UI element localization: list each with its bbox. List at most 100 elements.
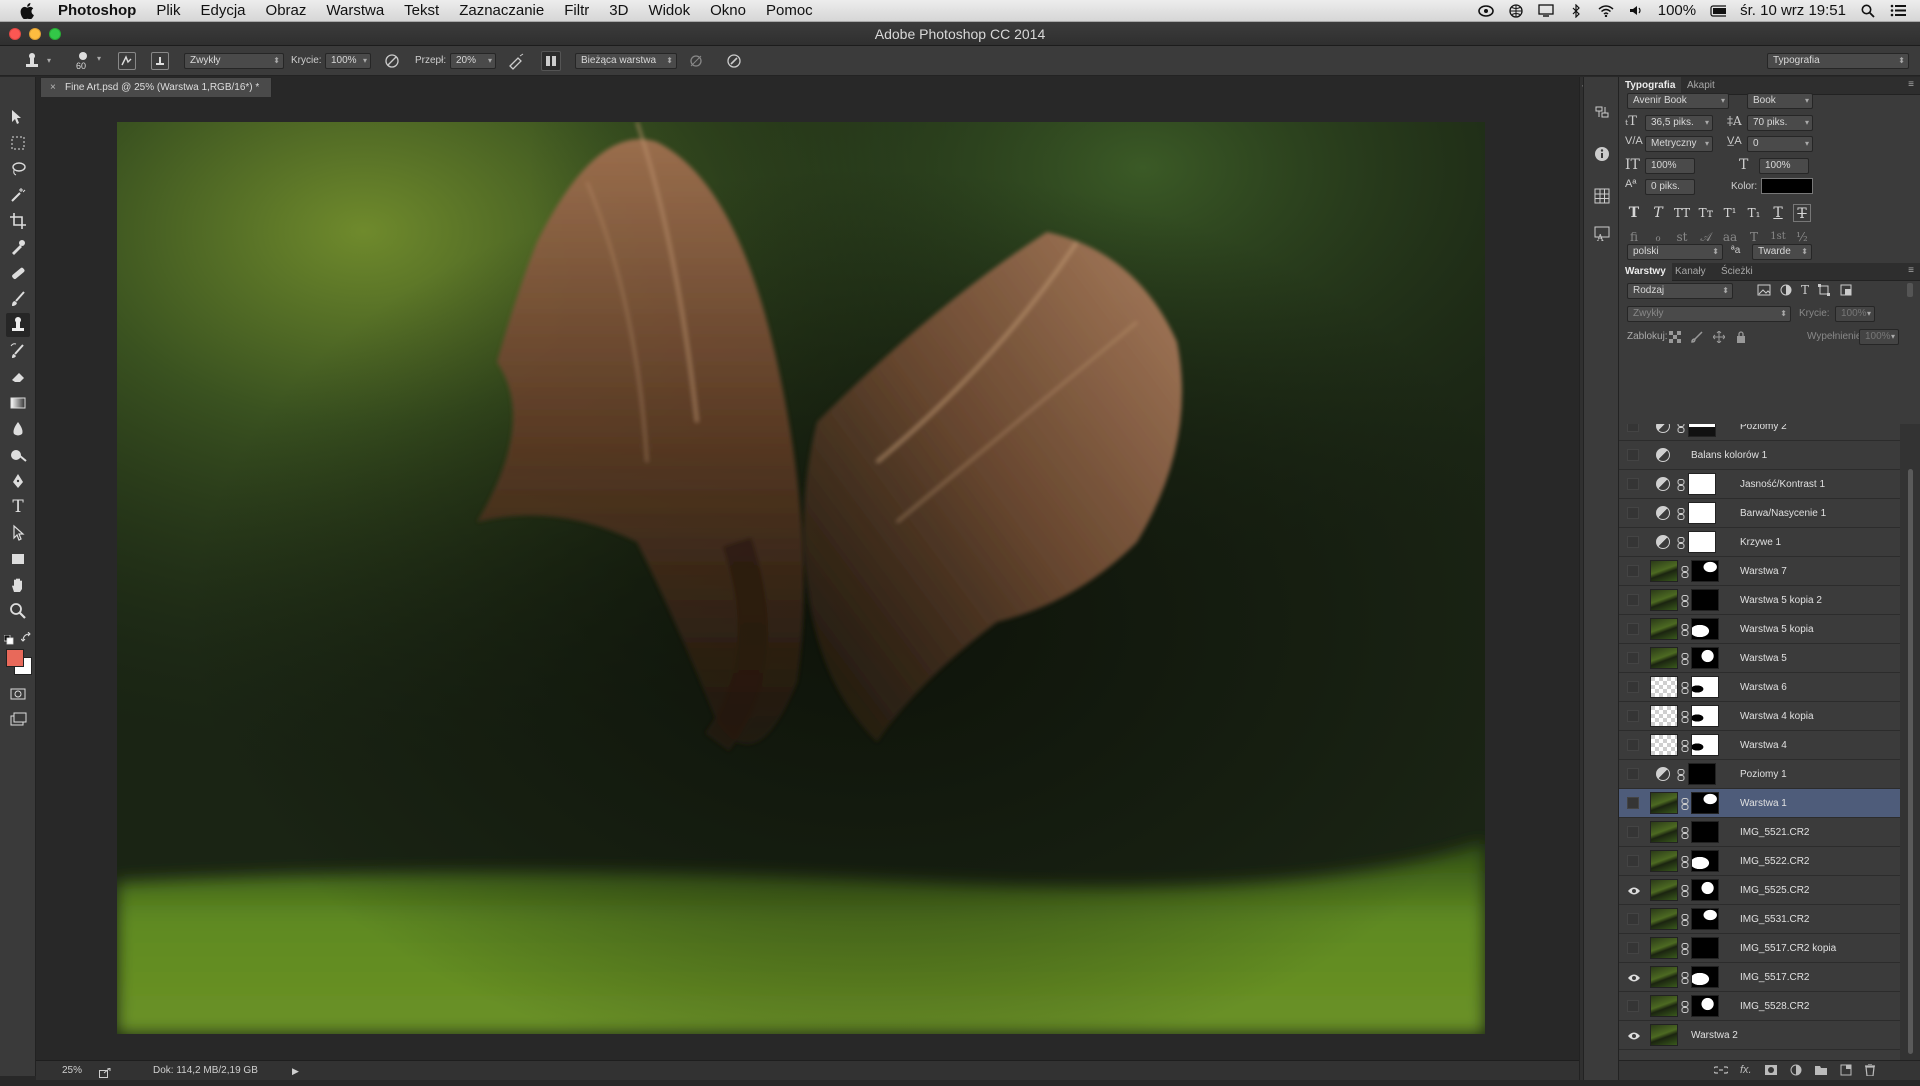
close-window-button[interactable] (9, 28, 21, 40)
layer-mask-thumbnail[interactable] (1688, 424, 1716, 437)
layer-row[interactable]: Warstwa 7 (1619, 557, 1900, 586)
layer-row[interactable]: IMG_5517.CR2 (1619, 963, 1900, 992)
menu-view[interactable]: Widok (638, 2, 700, 19)
layer-row[interactable]: IMG_5531.CR2 (1619, 905, 1900, 934)
mask-link-icon[interactable] (1681, 826, 1689, 839)
apple-icon[interactable] (16, 0, 38, 22)
layer-name[interactable]: Warstwa 1 (1740, 789, 1787, 818)
lock-position-icon[interactable] (1713, 331, 1725, 343)
new-layer-icon[interactable] (1840, 1064, 1852, 1076)
layer-mask-thumbnail[interactable] (1691, 589, 1719, 611)
layer-name[interactable]: IMG_5525.CR2 (1740, 876, 1809, 905)
workspace-select[interactable]: Typografia ⬍ (1767, 53, 1909, 69)
flow-input[interactable]: 20% ▾ (450, 53, 496, 69)
mask-link-icon[interactable] (1677, 768, 1685, 781)
filter-adjustment-icon[interactable] (1779, 283, 1793, 297)
document-canvas-image[interactable] (117, 122, 1485, 1034)
menu-window[interactable]: Okno (700, 2, 756, 19)
screen-icon[interactable] (1538, 4, 1554, 18)
spotlight-search-icon[interactable] (1860, 4, 1876, 18)
layer-filter-select[interactable]: Rodzaj ⬍ (1627, 283, 1733, 299)
filter-toggle-switch[interactable] (1907, 283, 1913, 297)
visibility-toggle[interactable] (1627, 739, 1639, 751)
language-select[interactable]: polski ⬍ (1627, 244, 1723, 260)
delete-layer-icon[interactable] (1864, 1064, 1876, 1076)
mask-link-icon[interactable] (1681, 739, 1689, 752)
mask-link-icon[interactable] (1681, 710, 1689, 723)
layer-name[interactable]: Warstwa 5 kopia 2 (1740, 586, 1822, 615)
mask-link-icon[interactable] (1681, 1000, 1689, 1013)
strikethrough-button[interactable]: T (1793, 204, 1811, 222)
layer-row[interactable]: Poziomy 2 (1619, 424, 1900, 441)
layer-row[interactable]: IMG_5528.CR2 (1619, 992, 1900, 1021)
healing-brush-tool-icon[interactable] (6, 261, 30, 285)
visibility-toggle[interactable] (1627, 855, 1639, 867)
layer-mask-thumbnail[interactable] (1691, 618, 1719, 640)
type-tool-icon[interactable]: T (6, 495, 30, 519)
layer-name[interactable]: IMG_5522.CR2 (1740, 847, 1809, 876)
zoom-window-button[interactable] (49, 28, 61, 40)
layer-thumbnail[interactable] (1650, 560, 1678, 582)
layer-name[interactable]: Balans kolorów 1 (1691, 441, 1767, 470)
history-brush-tool-icon[interactable] (6, 339, 30, 363)
mask-link-icon[interactable] (1681, 884, 1689, 897)
layer-opacity-input[interactable]: 100% ▾ (1835, 306, 1875, 322)
layer-name[interactable]: Barwa/Nasycenie 1 (1740, 499, 1826, 528)
visibility-toggle[interactable] (1627, 478, 1639, 490)
leading-input[interactable]: 70 piks. ▾ (1747, 115, 1813, 131)
default-colors-icon[interactable] (3, 632, 14, 645)
faux-italic-button[interactable]: T (1649, 204, 1667, 222)
layer-name[interactable]: Warstwa 6 (1740, 673, 1787, 702)
rectangle-tool-icon[interactable] (6, 547, 30, 571)
superscript-button[interactable]: T¹ (1721, 204, 1739, 222)
eyedropper-tool-icon[interactable] (6, 235, 30, 259)
visibility-toggle[interactable] (1627, 565, 1639, 577)
font-size-input[interactable]: 36,5 piks. ▾ (1645, 115, 1713, 131)
mask-link-icon[interactable] (1681, 652, 1689, 665)
menu-edit[interactable]: Edycja (191, 2, 256, 19)
layer-row[interactable]: Warstwa 2 (1619, 1021, 1900, 1050)
quick-mask-icon[interactable] (6, 682, 30, 706)
horizontal-scale-input[interactable]: 100% (1759, 158, 1809, 174)
eye-icon[interactable] (1627, 884, 1640, 896)
layers-scrollbar-thumb[interactable] (1908, 469, 1913, 1054)
visibility-toggle[interactable] (1627, 826, 1639, 838)
close-document-icon[interactable]: × (50, 78, 56, 97)
layer-row[interactable]: Barwa/Nasycenie 1 (1619, 499, 1900, 528)
foreground-color-swatch[interactable] (6, 649, 24, 667)
layer-name[interactable]: Jasność/Kontrast 1 (1740, 470, 1825, 499)
layer-thumbnail[interactable] (1650, 937, 1678, 959)
pressure-size-icon[interactable] (725, 52, 743, 70)
swap-colors-icon[interactable] (20, 631, 33, 643)
layer-row[interactable]: Warstwa 4 kopia (1619, 702, 1900, 731)
layer-thumbnail[interactable] (1650, 589, 1678, 611)
layer-thumbnail[interactable] (1650, 647, 1678, 669)
layers-panel-menu-icon[interactable]: ≡ (1908, 265, 1914, 276)
blur-tool-icon[interactable] (6, 417, 30, 441)
layer-thumbnail[interactable] (1650, 705, 1678, 727)
layer-row[interactable]: Warstwa 5 (1619, 644, 1900, 673)
layer-mask-thumbnail[interactable] (1691, 937, 1719, 959)
layer-mask-thumbnail[interactable] (1691, 734, 1719, 756)
layers-scrollbar[interactable] (1900, 424, 1920, 1060)
mask-link-icon[interactable] (1681, 594, 1689, 607)
panel-menu-icon[interactable]: ≡ (1908, 79, 1914, 90)
layer-mask-thumbnail[interactable] (1688, 531, 1716, 553)
vertical-scale-input[interactable]: 100% (1645, 158, 1695, 174)
mask-link-icon[interactable] (1681, 797, 1689, 810)
layer-mask-thumbnail[interactable] (1691, 821, 1719, 843)
visibility-toggle[interactable] (1627, 594, 1639, 606)
notification-center-icon[interactable] (1890, 4, 1906, 18)
layer-thumbnail[interactable] (1650, 821, 1678, 843)
ignore-adjustment-layers-icon[interactable] (687, 52, 705, 70)
globe-icon[interactable] (1508, 3, 1524, 18)
eye-icon[interactable] (1627, 971, 1640, 983)
layer-name[interactable]: Krzywe 1 (1740, 528, 1781, 557)
pen-tool-icon[interactable] (6, 469, 30, 493)
info-panel-icon[interactable] (1593, 145, 1611, 163)
filter-pixel-icon[interactable] (1757, 283, 1771, 297)
clone-stamp-tool-preset-icon[interactable] (22, 52, 42, 70)
layer-row[interactable]: Warstwa 6 (1619, 673, 1900, 702)
layer-row[interactable]: IMG_5517.CR2 kopia (1619, 934, 1900, 963)
document-tab[interactable]: × Fine Art.psd @ 25% (Warstwa 1,RGB/16*)… (40, 77, 272, 97)
